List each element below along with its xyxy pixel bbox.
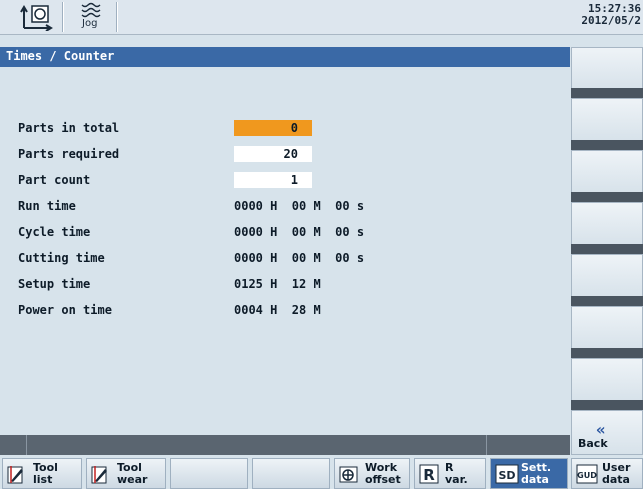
counter-label: Parts in total xyxy=(18,121,120,135)
cycle-time-value: 0000 H 00 M 00 s xyxy=(234,225,365,239)
status-divider xyxy=(26,435,27,455)
counter-label: Part count xyxy=(18,173,91,187)
part-count-field[interactable]: 1 xyxy=(234,172,312,188)
power-on-time-value: 0004 H 28 M xyxy=(234,303,321,317)
vertical-softkey-6[interactable] xyxy=(571,306,643,350)
time-label: Run time xyxy=(18,199,76,213)
svg-text:R: R xyxy=(423,466,435,484)
header-divider xyxy=(62,2,64,32)
tool-list-softkey[interactable]: Tool list xyxy=(2,458,82,489)
time-label: Cycle time xyxy=(18,225,91,239)
empty-softkey[interactable] xyxy=(252,458,330,489)
softkey-divider xyxy=(571,348,643,358)
sd-icon: SD xyxy=(495,464,519,484)
vertical-softkey-5[interactable] xyxy=(571,254,643,298)
back-label: Back xyxy=(578,437,608,450)
svg-text:SD: SD xyxy=(498,469,515,482)
softkey-label: Tool wear xyxy=(117,461,148,486)
work-offset-softkey[interactable]: Work offset xyxy=(334,458,410,489)
softkey-label: Sett. data xyxy=(521,461,552,486)
mode-label: Jog xyxy=(82,18,98,29)
time-label: Power on time xyxy=(18,303,112,317)
header-bar: Jog 15:27:36 2012/05/2 xyxy=(0,0,643,35)
user-data-softkey[interactable]: GUD User data xyxy=(571,458,643,489)
run-time-value: 0000 H 00 M 00 s xyxy=(234,199,365,213)
vertical-softkey-2[interactable] xyxy=(571,98,643,142)
vertical-softkey-4[interactable] xyxy=(571,202,643,246)
header-divider xyxy=(116,2,118,32)
softkey-label: User data xyxy=(602,461,631,486)
parts-in-total-field[interactable]: 0 xyxy=(234,120,312,136)
window-title-bar: Times / Counter xyxy=(0,47,570,67)
empty-softkey[interactable] xyxy=(170,458,248,489)
work-offset-icon xyxy=(339,466,358,483)
softkey-divider xyxy=(571,88,643,98)
r-variable-softkey[interactable]: R R var. xyxy=(414,458,486,489)
softkey-divider xyxy=(571,140,643,150)
tool-wear-softkey[interactable]: Tool wear xyxy=(86,458,166,489)
clock-date: 2012/05/2 xyxy=(581,14,641,27)
parts-required-field[interactable]: 20 xyxy=(234,146,312,162)
softkey-divider xyxy=(571,296,643,306)
gud-icon: GUD xyxy=(576,464,598,484)
softkey-divider xyxy=(571,244,643,254)
setting-data-softkey[interactable]: SD Sett. data xyxy=(490,458,568,489)
reference-point-icon xyxy=(20,5,53,31)
cutting-time-value: 0000 H 00 M 00 s xyxy=(234,251,365,265)
status-divider xyxy=(486,435,487,455)
r-variable-icon: R xyxy=(419,464,439,484)
softkey-label: R var. xyxy=(445,461,468,486)
time-label: Cutting time xyxy=(18,251,105,265)
setup-time-value: 0125 H 12 M xyxy=(234,277,321,291)
vertical-softkey-3[interactable] xyxy=(571,150,643,194)
svg-text:GUD: GUD xyxy=(577,471,597,480)
softkey-divider xyxy=(571,400,643,410)
vertical-softkey-7[interactable] xyxy=(571,358,643,402)
window-title: Times / Counter xyxy=(6,49,115,63)
vertical-softkey-1[interactable] xyxy=(571,47,643,91)
tool-wear-icon xyxy=(91,466,107,484)
time-label: Setup time xyxy=(18,277,91,291)
softkey-label: Work offset xyxy=(365,461,401,486)
counter-label: Parts required xyxy=(18,147,120,161)
status-line xyxy=(0,435,570,455)
tool-list-icon xyxy=(7,466,23,484)
softkey-label: Tool list xyxy=(33,461,58,486)
softkey-divider xyxy=(571,192,643,202)
